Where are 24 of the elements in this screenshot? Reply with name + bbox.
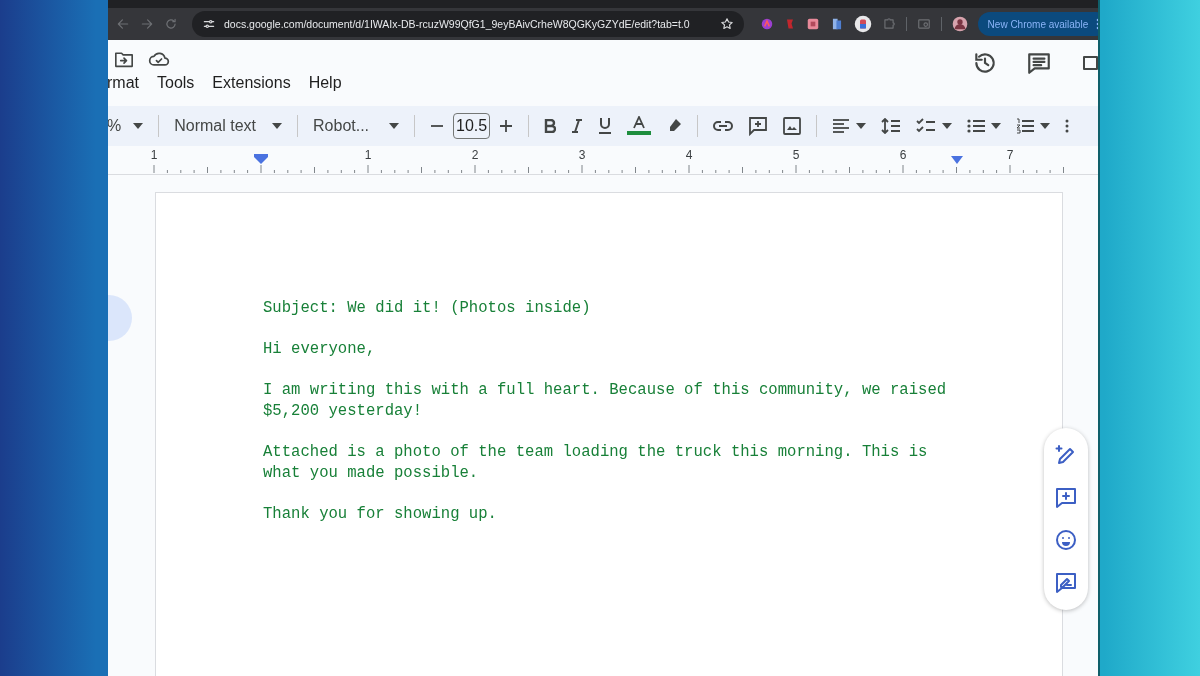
document-paragraph: Subject: We did it! (Photos inside): [263, 298, 592, 319]
document-paragraph: I am writing this with a full heart. Because of this community, we raised $5,200 yesterday!: [263, 380, 948, 422]
ruler-number: 3: [578, 148, 586, 162]
menu-item[interactable]: rmat: [108, 74, 139, 92]
ruler-number: 5: [792, 148, 800, 162]
ruler-number: 1: [364, 148, 372, 162]
zoom-dropdown[interactable]: %: [108, 117, 144, 135]
menu-item[interactable]: Help: [308, 74, 342, 92]
document-paragraph: Attached is a photo of the team loading the truck this morning. This is what you made possible.: [263, 442, 929, 484]
update-button[interactable]: New Chrome available: [977, 12, 1098, 36]
menu-item[interactable]: Tools: [157, 74, 195, 92]
font-size-field[interactable]: 10.5: [453, 113, 491, 139]
ruler-number: 6: [899, 148, 907, 162]
menu-item[interactable]: Extensions: [212, 74, 291, 92]
ruler-number: 4: [685, 148, 693, 162]
document-paragraph: Thank you for showing up.: [263, 503, 498, 525]
url-text: docs.google.com/document/d/1IWAIx-DB-rcuzW99QfG1_9eyBAivCrheW8QGKyGZYdE/edit?tab=t.0: [224, 18, 690, 30]
ruler-number: 2: [471, 148, 479, 162]
document-paragraph: Hi everyone,: [263, 339, 377, 360]
font-dropdown[interactable]: Robot...: [313, 117, 400, 135]
address-bar[interactable]: docs.google.com/document/d/1IWAIx-DB-rcuzW99QfG1_9eyBAivCrheW8QGKyGZYdE/edit?tab=t.0: [192, 11, 744, 37]
ruler-number: 1: [150, 148, 158, 162]
ruler-number: 7: [1006, 148, 1014, 162]
style-dropdown[interactable]: Normal text: [174, 117, 283, 135]
